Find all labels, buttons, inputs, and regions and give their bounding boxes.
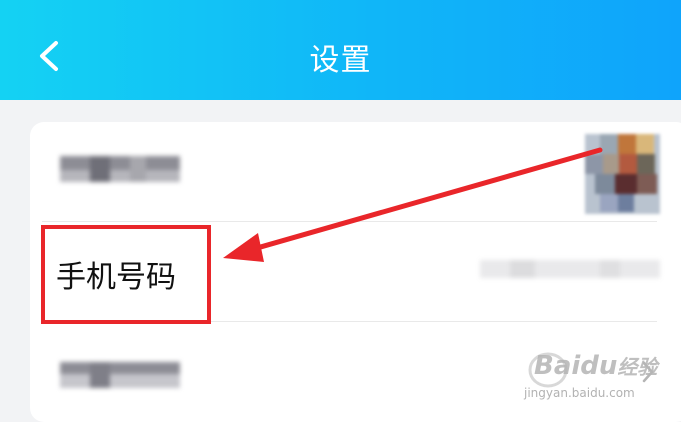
- annotation-arrow: [223, 147, 603, 262]
